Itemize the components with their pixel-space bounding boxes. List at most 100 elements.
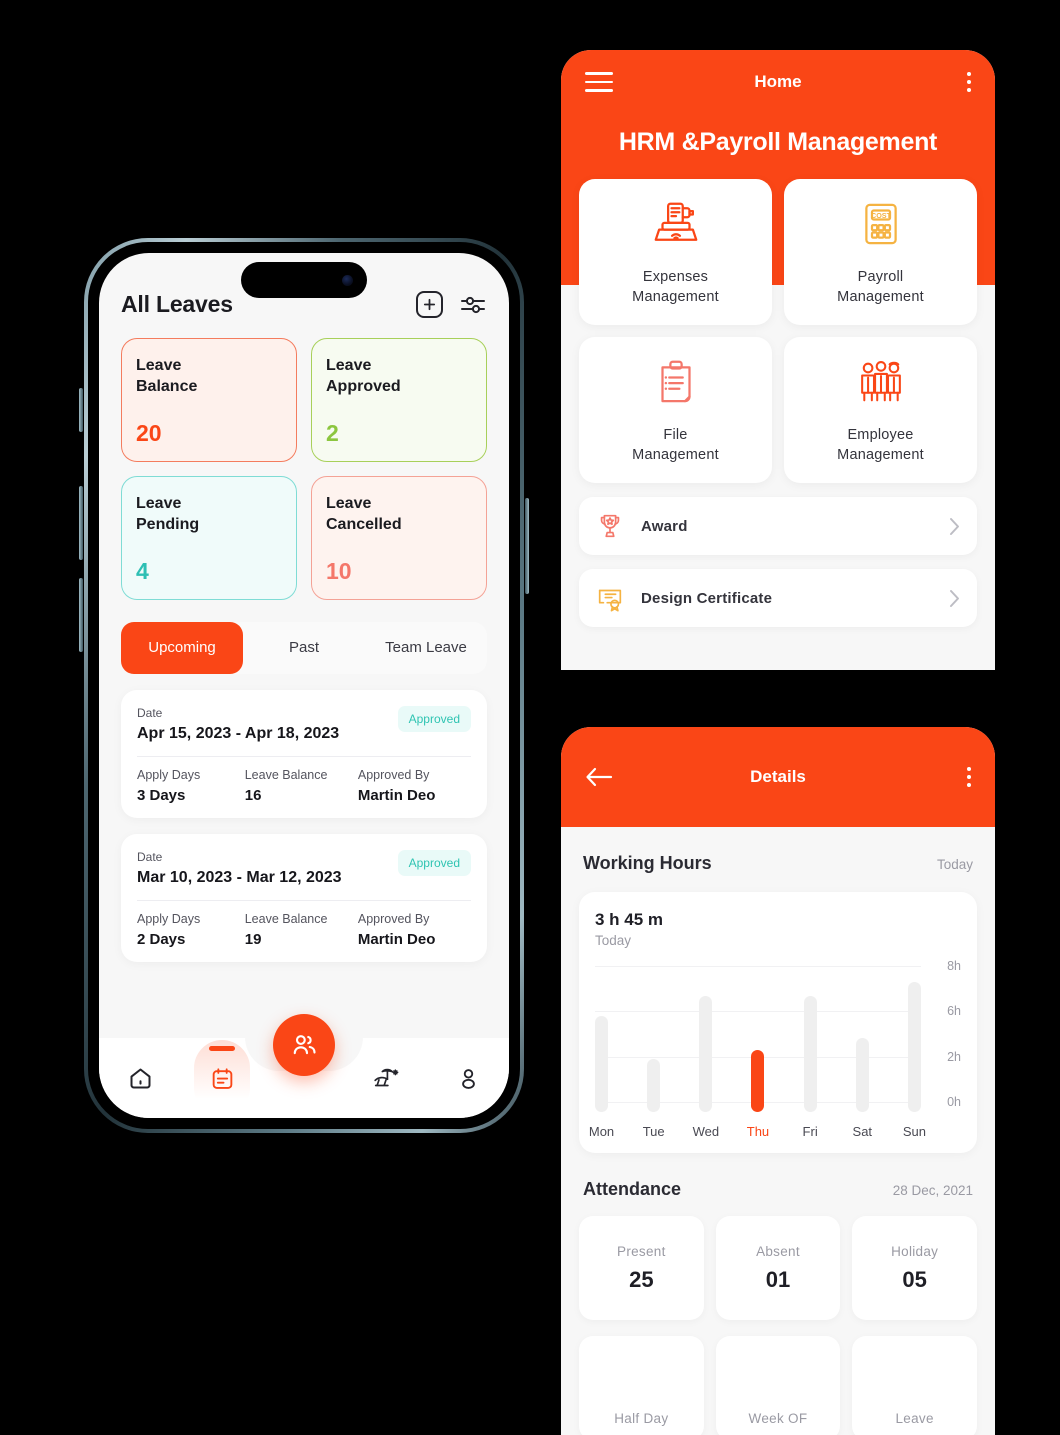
status-badge: Approved [397,850,471,876]
tile-file-management[interactable]: File Management [579,337,772,483]
chart-bar[interactable] [907,982,921,1112]
row-item-design-certificate[interactable]: Design Certificate [579,569,977,627]
leave-card[interactable]: Date Apr 15, 2023 - Apr 18, 2023 Approve… [121,690,487,818]
tab-upcoming[interactable]: Upcoming [121,622,243,674]
chart-bar[interactable] [595,1016,608,1112]
field-value: 3 Days [137,787,186,804]
stat-value: 20 [136,420,162,446]
attendance-card-holiday[interactable]: Holiday 05 [852,1216,977,1320]
chart-bar[interactable] [803,996,817,1112]
nav-item-profile[interactable] [427,1066,509,1091]
hamburger-menu-icon[interactable] [585,72,613,92]
details-appbar: Details [561,727,995,827]
chart-ytick-label: 6h [947,1004,961,1019]
stat-label: Leave Balance [136,355,282,397]
home-appbar: Home [561,50,995,114]
add-leave-button[interactable] [416,291,443,318]
field-apply-days: Apply Days 3 Days [137,768,245,804]
chart-ytick-label: 0h [947,1095,961,1109]
field-value: 2 Days [137,931,186,948]
home-icon [129,1067,151,1089]
attendance-card-absent[interactable]: Absent 01 [715,1216,841,1320]
nav-item-holiday[interactable] [345,1065,427,1091]
leave-card-top: Date Apr 15, 2023 - Apr 18, 2023 Approve… [137,706,471,743]
tile-label: Payroll Management [837,267,924,307]
chart-bar-slot [751,1050,765,1112]
date-label: Date [137,850,163,864]
chart-bars [595,962,921,1112]
people-fab-icon [293,1035,316,1055]
stat-value: 10 [326,558,352,584]
field-key: Approved By [357,768,430,782]
tab-team-leave[interactable]: Team Leave [365,622,487,674]
field-key: Apply Days [137,912,201,926]
svg-text:COST: COST [871,211,892,220]
phone-side-button-volume-down[interactable] [79,578,83,652]
attendance-value: 05 [902,1266,927,1292]
phone-side-button-power[interactable] [525,498,529,594]
tile-expenses-management[interactable]: Expenses Management [579,179,772,325]
tile-label-line1: Payroll [857,269,904,285]
chart-bar-slot [803,996,817,1112]
sliders-filter-icon[interactable] [459,293,487,317]
tile-employee-management[interactable]: Employee Management [784,337,977,483]
kebab-more-icon[interactable] [967,72,971,92]
stat-card-leave-approved[interactable]: Leave Approved 2 [311,338,487,462]
stat-card-leave-balance[interactable]: Leave Balance 20 [121,338,297,462]
chart-bar[interactable] [699,996,713,1112]
chart-bar[interactable] [647,1059,661,1112]
attendance-value: 25 [629,1266,654,1292]
tab-past[interactable]: Past [243,622,365,674]
section-title: Working Hours [583,853,712,873]
divider [137,900,471,901]
working-hours-section-header: Working Hours Today [561,827,995,874]
kebab-more-icon[interactable] [967,767,971,787]
tile-payroll-management[interactable]: COST Payroll Management [784,179,977,325]
stat-card-leave-pending[interactable]: Leave Pending 4 [121,476,297,600]
attendance-card-week-of[interactable]: Week OF [715,1336,841,1435]
attendance-grid-second-row: Half Day Week OF Leave [561,1320,995,1435]
phone-side-button-silent[interactable] [79,388,83,432]
stat-label: Leave Pending [136,493,282,535]
home-page-title: HRM &Payroll Management [618,128,938,156]
field-key: Leave Balance [244,768,328,782]
chart-bar[interactable] [855,1038,869,1112]
attendance-section-header: Attendance 28 Dec, 2021 [561,1153,995,1200]
nav-item-home[interactable] [99,1065,181,1092]
chevron-right-icon [950,589,959,607]
tile-label-line1: File [663,427,688,443]
arrow-left-icon[interactable] [585,766,613,788]
row-label: Award [641,517,688,535]
row-label: Design Certificate [641,589,773,607]
leave-stats-grid: Leave Balance 20 Leave Approved 2 Leave … [99,318,509,600]
chart-bar[interactable] [751,1050,765,1112]
field-key: Leave Balance [244,912,328,926]
tile-label-line2: Management [837,447,924,463]
attendance-label: Half Day [614,1411,669,1426]
payroll-calculator-icon: COST [864,203,897,245]
leave-card[interactable]: Date Mar 10, 2023 - Mar 12, 2023 Approve… [121,834,487,962]
people-fab-button[interactable] [273,1014,335,1076]
field-approved-by: Approved By Martin Deo [358,912,471,948]
stat-value: 2 [326,420,339,446]
nav-active-glow [194,1039,250,1116]
row-item-award[interactable]: Award [579,497,977,555]
stat-label: Leave Approved [326,355,472,397]
profile-person-icon [461,1068,475,1089]
field-leave-balance: Leave Balance 16 [245,768,358,804]
employee-group-icon [860,361,901,402]
nav-item-leaves[interactable] [181,1039,263,1116]
field-value: 19 [244,931,262,948]
status-badge: Approved [397,706,471,732]
attendance-card-present[interactable]: Present 25 [579,1216,704,1320]
attendance-card-half-day[interactable]: Half Day [579,1336,704,1435]
date-value: Apr 15, 2023 - Apr 18, 2023 [137,725,340,742]
attendance-label: Week OF [748,1411,808,1426]
chart-ytick-label: 2h [947,1049,961,1064]
stat-card-leave-cancelled[interactable]: Leave Cancelled 10 [311,476,487,600]
details-screen: Details Working Hours Today 3 h 45 m Tod… [561,727,995,1435]
tile-label-line2: Management [632,289,719,305]
tile-label: Expenses Management [632,267,719,307]
attendance-card-leave[interactable]: Leave [852,1336,977,1435]
phone-side-button-volume-up[interactable] [79,486,83,560]
